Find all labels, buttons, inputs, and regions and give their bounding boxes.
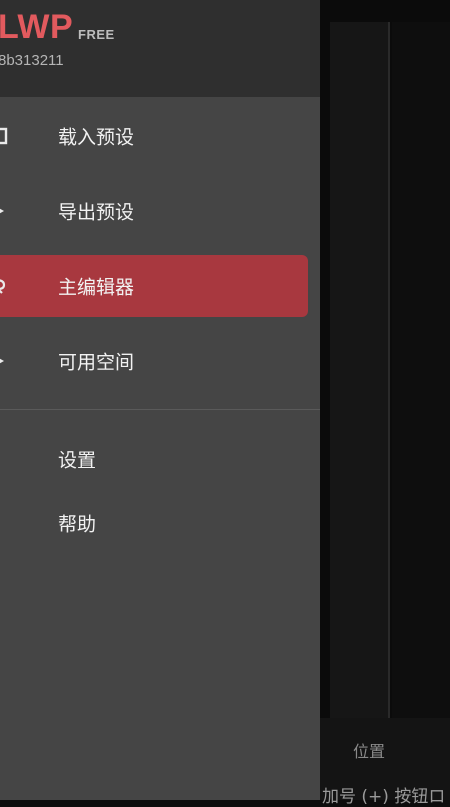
menu-item-label: 导出预设 [58, 201, 135, 224]
menu-item-label: 帮助 [58, 513, 97, 536]
storage-icon [0, 352, 8, 370]
menu-item-help[interactable]: 帮助 [0, 492, 308, 554]
menu-item-settings[interactable]: 设置 [0, 428, 308, 490]
export-icon [0, 202, 8, 220]
folder-icon [0, 127, 8, 145]
menu-item-label: 设置 [58, 449, 97, 472]
menu-item-label: 主编辑器 [58, 276, 135, 299]
preview-panel [330, 22, 390, 718]
menu-item-export-preset[interactable]: 导出预设 [0, 180, 308, 242]
help-icon [0, 514, 8, 532]
gear-icon [0, 450, 8, 468]
preview-panel-dark [392, 22, 450, 718]
menu-item-load-preset[interactable]: 载入预设 [0, 105, 308, 167]
device-id: 8b313211 [0, 52, 64, 69]
menu-item-storage[interactable]: 可用空间 [0, 330, 308, 392]
edition-badge: FREE [78, 27, 115, 42]
position-tab[interactable]: 位置 [353, 738, 385, 762]
drawer-header: LWP FREE 8b313211 [0, 0, 320, 97]
hint-text: 加号 (+) 按钮ロ [322, 787, 446, 807]
app-title: LWP [0, 8, 74, 46]
menu-item-label: 载入预设 [58, 126, 135, 149]
menu-item-main-editor[interactable]: 主编辑器 [0, 255, 308, 317]
menu-item-label: 可用空间 [58, 351, 135, 374]
navigation-drawer: LWP FREE 8b313211 载入预设 导出预设 主编辑器 可用空间 设置 [0, 0, 320, 800]
menu-divider [0, 409, 320, 410]
editor-icon [0, 277, 8, 295]
